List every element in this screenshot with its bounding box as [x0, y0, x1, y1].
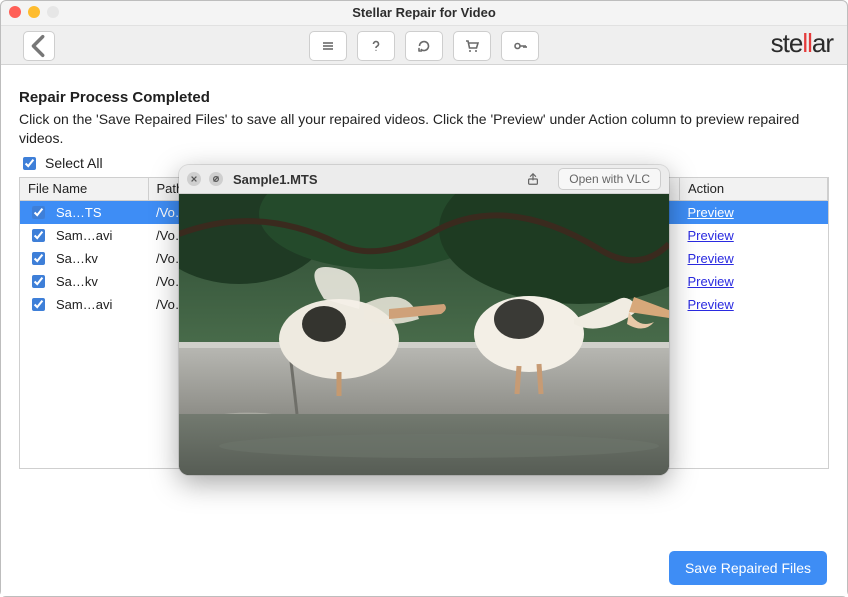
row-action-cell: Preview [680, 270, 828, 293]
row-action-cell: Preview [680, 293, 828, 316]
row-checkbox[interactable] [32, 206, 45, 219]
save-repaired-files-button[interactable]: Save Repaired Files [669, 551, 827, 585]
preview-link[interactable]: Preview [688, 228, 734, 243]
preview-share-button[interactable] [522, 169, 544, 189]
row-checkbox[interactable] [32, 229, 45, 242]
row-action-cell: Preview [680, 200, 828, 224]
page-heading: Repair Process Completed [19, 89, 829, 106]
titlebar: Stellar Repair for Video [1, 1, 847, 26]
row-filename: Sam…avi [48, 293, 148, 316]
app-window: Stellar Repair for Video [0, 0, 848, 597]
window-controls [9, 6, 59, 18]
expand-icon [212, 175, 220, 183]
row-checkbox[interactable] [32, 298, 45, 311]
refresh-icon [416, 38, 432, 54]
preview-title: Sample1.MTS [233, 172, 318, 187]
close-window-button[interactable] [9, 6, 21, 18]
preview-expand-button[interactable] [209, 172, 223, 186]
select-all-checkbox[interactable] [23, 157, 36, 170]
window-title: Stellar Repair for Video [352, 5, 496, 20]
row-checkbox[interactable] [32, 275, 45, 288]
row-checkbox-cell [20, 270, 48, 293]
help-icon [368, 38, 384, 54]
preview-link[interactable]: Preview [688, 251, 734, 266]
list-icon [320, 38, 336, 54]
preview-link[interactable]: Preview [688, 274, 734, 289]
brand-logo: stellar [771, 28, 833, 59]
preview-close-button[interactable] [187, 172, 201, 186]
toolbar: stellar [1, 26, 847, 65]
col-header-action[interactable]: Action [680, 178, 828, 201]
select-all-label: Select All [45, 155, 103, 171]
cart-icon [464, 38, 480, 54]
key-button[interactable] [501, 31, 539, 61]
row-filename: Sa…TS [48, 200, 148, 224]
cart-button[interactable] [453, 31, 491, 61]
row-filename: Sam…avi [48, 224, 148, 247]
preview-video-frame[interactable] [179, 194, 669, 475]
row-checkbox-cell [20, 224, 48, 247]
row-checkbox-cell [20, 247, 48, 270]
row-checkbox[interactable] [32, 252, 45, 265]
share-icon [526, 172, 540, 186]
video-still-illustration [179, 194, 669, 475]
minimize-window-button[interactable] [28, 6, 40, 18]
fullscreen-window-button[interactable] [47, 6, 59, 18]
back-button[interactable] [23, 31, 55, 61]
row-checkbox-cell [20, 293, 48, 316]
chevron-left-icon [24, 31, 54, 61]
key-icon [512, 38, 528, 54]
preview-titlebar[interactable]: Sample1.MTS Open with VLC [179, 165, 669, 194]
bottom-bar: Save Repaired Files [1, 540, 847, 596]
preview-window[interactable]: Sample1.MTS Open with VLC [179, 165, 669, 475]
row-filename: Sa…kv [48, 270, 148, 293]
col-header-filename[interactable]: File Name [20, 178, 148, 201]
row-checkbox-cell [20, 200, 48, 224]
help-button[interactable] [357, 31, 395, 61]
row-filename: Sa…kv [48, 247, 148, 270]
refresh-button[interactable] [405, 31, 443, 61]
row-action-cell: Preview [680, 247, 828, 270]
close-icon [190, 175, 198, 183]
preview-link[interactable]: Preview [688, 205, 734, 220]
list-button[interactable] [309, 31, 347, 61]
preview-link[interactable]: Preview [688, 297, 734, 312]
row-action-cell: Preview [680, 224, 828, 247]
open-with-button[interactable]: Open with VLC [558, 168, 661, 190]
page-subtext: Click on the 'Save Repaired Files' to sa… [19, 110, 829, 148]
